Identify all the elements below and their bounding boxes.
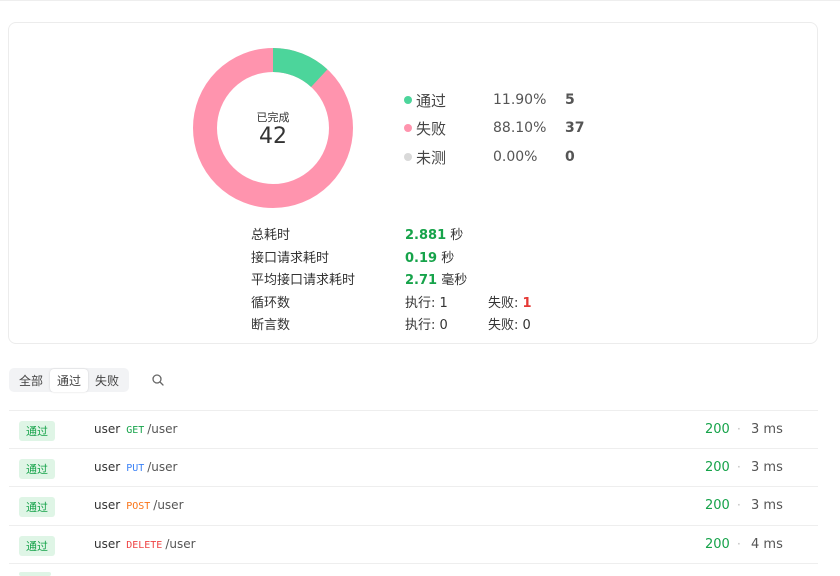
separator-dot: ·: [737, 460, 741, 474]
total-time-value: 2.881 秒: [405, 224, 463, 243]
request-name: user: [94, 498, 121, 512]
request-name: user: [94, 537, 121, 551]
result-row[interactable]: 通过 user DELETE/user 200 · 4 ms: [9, 525, 818, 563]
separator-dot: ·: [737, 422, 741, 436]
avg-time-number: 2.71: [405, 273, 438, 288]
result-row[interactable]: 通过 user PUT/user 200 · 3 ms: [9, 448, 818, 486]
legend-label: 失败: [416, 119, 447, 138]
avg-time-unit: 毫秒: [441, 273, 468, 288]
legend-count: 0: [565, 149, 575, 165]
request-time-label: 接口请求耗时: [251, 251, 330, 266]
loop-fail-count: 1: [522, 296, 532, 311]
completed-count: 42: [259, 124, 287, 149]
status-badge-partial: [19, 572, 51, 576]
assert-label: 断言数: [251, 318, 291, 333]
total-time-label: 总耗时: [251, 228, 291, 243]
status-code: 200: [705, 460, 730, 475]
assert-exec: 执行: 0: [405, 318, 448, 333]
legend-percent: 0.00%: [493, 149, 538, 165]
request-path: /user: [153, 498, 184, 512]
status-badge: 通过: [19, 497, 55, 517]
status-badge: 通过: [19, 459, 55, 479]
request-name: user: [94, 422, 121, 436]
request-path: /user: [165, 537, 196, 551]
http-method: DELETE: [126, 540, 163, 551]
legend-fail: 失败 88.10% 37: [404, 117, 584, 139]
request-time-value: 0.19 秒: [405, 247, 454, 266]
status-badge: 通过: [19, 536, 55, 556]
status-code: 200: [705, 422, 730, 437]
fail-dot-icon: [404, 124, 412, 132]
request-name-group: user POST/user: [94, 498, 184, 512]
legend-count: 5: [565, 92, 575, 108]
legend-label: 通过: [416, 91, 447, 110]
pass-dot-icon: [404, 96, 412, 104]
tab-all[interactable]: 全部: [12, 369, 50, 392]
legend-count: 37: [565, 120, 585, 136]
request-path: /user: [147, 460, 178, 474]
response-time: 3 ms: [751, 498, 783, 513]
top-divider: [0, 0, 840, 1]
loop-label: 循环数: [251, 296, 291, 311]
http-method: PUT: [126, 463, 145, 474]
avg-time-label: 平均接口请求耗时: [251, 273, 356, 288]
legend-pass: 通过 11.90% 5: [404, 89, 575, 111]
status-code: 200: [705, 537, 730, 552]
total-time-unit: 秒: [450, 228, 464, 243]
request-name-group: user PUT/user: [94, 460, 177, 474]
result-row[interactable]: 通过 user POST/user 200 · 3 ms: [9, 486, 818, 524]
tab-pass[interactable]: 通过: [50, 368, 89, 392]
response-time: 3 ms: [751, 422, 783, 437]
tab-fail[interactable]: 失败: [88, 369, 126, 392]
completed-label: 已完成: [256, 111, 290, 124]
search-icon[interactable]: [151, 373, 165, 387]
result-filter: 全部 通过 失败: [9, 368, 130, 392]
request-name: user: [94, 460, 121, 474]
status-badge: 通过: [19, 421, 55, 441]
legend-percent: 11.90%: [493, 92, 547, 108]
loop-fail: 失败: 1: [488, 292, 532, 311]
untested-dot-icon: [404, 153, 412, 161]
legend-untested: 未测 0.00% 0: [404, 146, 575, 168]
http-method: POST: [126, 501, 151, 512]
response-time: 3 ms: [751, 460, 783, 475]
status-code: 200: [705, 498, 730, 513]
legend-percent: 88.10%: [493, 120, 547, 136]
result-row-partial[interactable]: [9, 563, 818, 576]
result-row[interactable]: 通过 user GET/user 200 · 3 ms: [9, 410, 818, 448]
total-time-number: 2.881: [405, 228, 447, 243]
separator-dot: ·: [737, 537, 741, 551]
http-method: GET: [126, 425, 145, 436]
request-path: /user: [147, 422, 178, 436]
loop-fail-label: 失败:: [488, 296, 523, 311]
response-time: 4 ms: [751, 537, 783, 552]
request-time-number: 0.19: [405, 251, 438, 266]
avg-time-value: 2.71 毫秒: [405, 269, 467, 288]
separator-dot: ·: [737, 498, 741, 512]
loop-exec: 执行: 1: [405, 296, 448, 311]
legend-label: 未测: [416, 148, 447, 167]
request-name-group: user GET/user: [94, 422, 177, 436]
assert-fail: 失败: 0: [488, 318, 531, 333]
request-time-unit: 秒: [441, 251, 455, 266]
request-name-group: user DELETE/user: [94, 537, 196, 551]
donut-center: 已完成 42: [193, 48, 353, 208]
